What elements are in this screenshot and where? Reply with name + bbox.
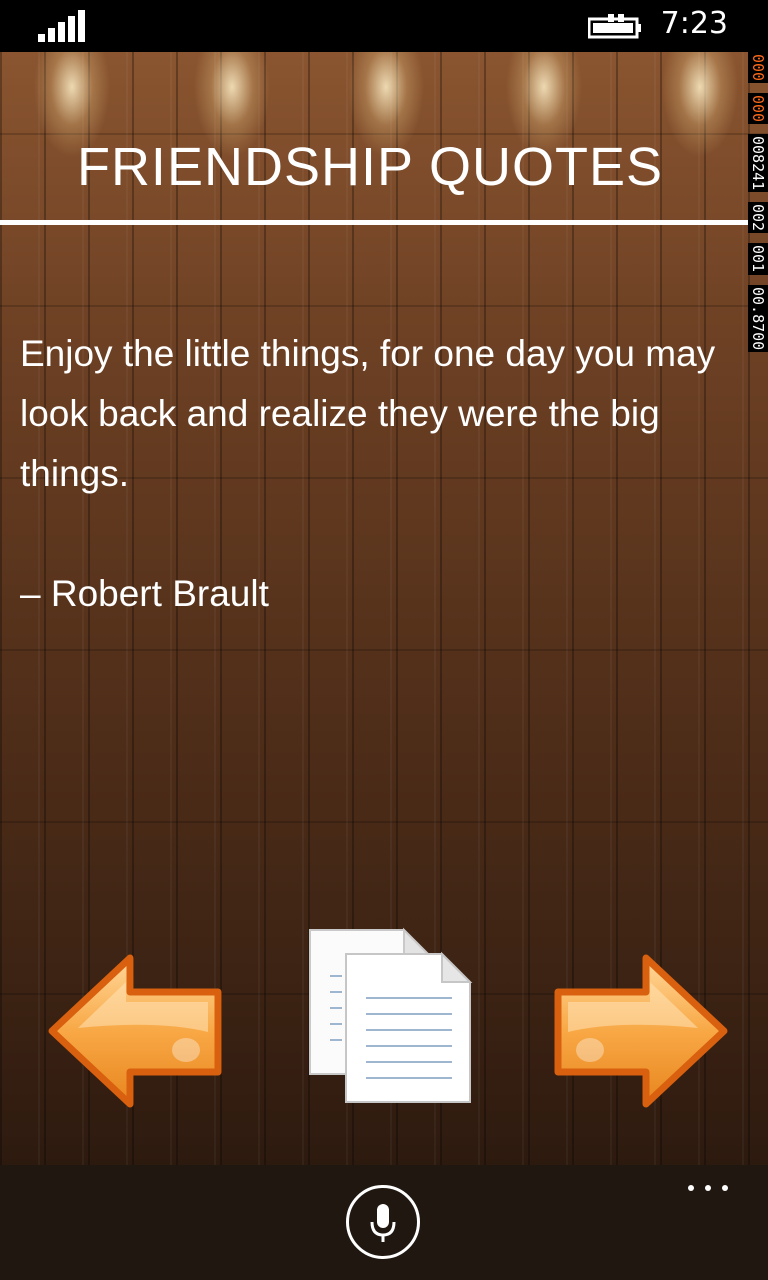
microphone-icon (370, 1204, 396, 1242)
counter-3: 008241 (748, 134, 768, 193)
copy-quote-button[interactable] (306, 926, 476, 1106)
counter-5: 001 (748, 243, 768, 275)
right-arrow-icon (554, 954, 728, 1108)
status-bar: 7:23 (0, 0, 768, 52)
copy-documents-icon (309, 927, 473, 1103)
title-divider (0, 220, 748, 225)
counter-1: 000 (748, 52, 768, 84)
signal-bars-icon (38, 10, 85, 42)
more-dot (722, 1185, 728, 1191)
quote-text: Enjoy the little things, for one day you… (20, 333, 716, 494)
counter-4: 002 (748, 202, 768, 234)
more-dot (705, 1185, 711, 1191)
more-dots-icon (688, 1185, 694, 1191)
counter-6: 00.8700 (748, 284, 768, 352)
page-title: FRIENDSHIP QUOTES (76, 137, 664, 197)
next-quote-button[interactable] (552, 952, 728, 1110)
more-options-button[interactable] (684, 1171, 732, 1201)
quote-author: – Robert Brault (20, 573, 269, 614)
frame-rate-counters: 000 000 008241 002 001 00.8700 (748, 52, 768, 362)
counter-2: 000 (748, 93, 768, 125)
battery-charging-icon (588, 14, 641, 39)
app-bar (0, 1165, 768, 1280)
voice-search-button[interactable] (346, 1185, 420, 1259)
status-time: 7:23 (660, 6, 728, 41)
left-arrow-icon (48, 954, 222, 1108)
previous-quote-button[interactable] (48, 952, 224, 1110)
